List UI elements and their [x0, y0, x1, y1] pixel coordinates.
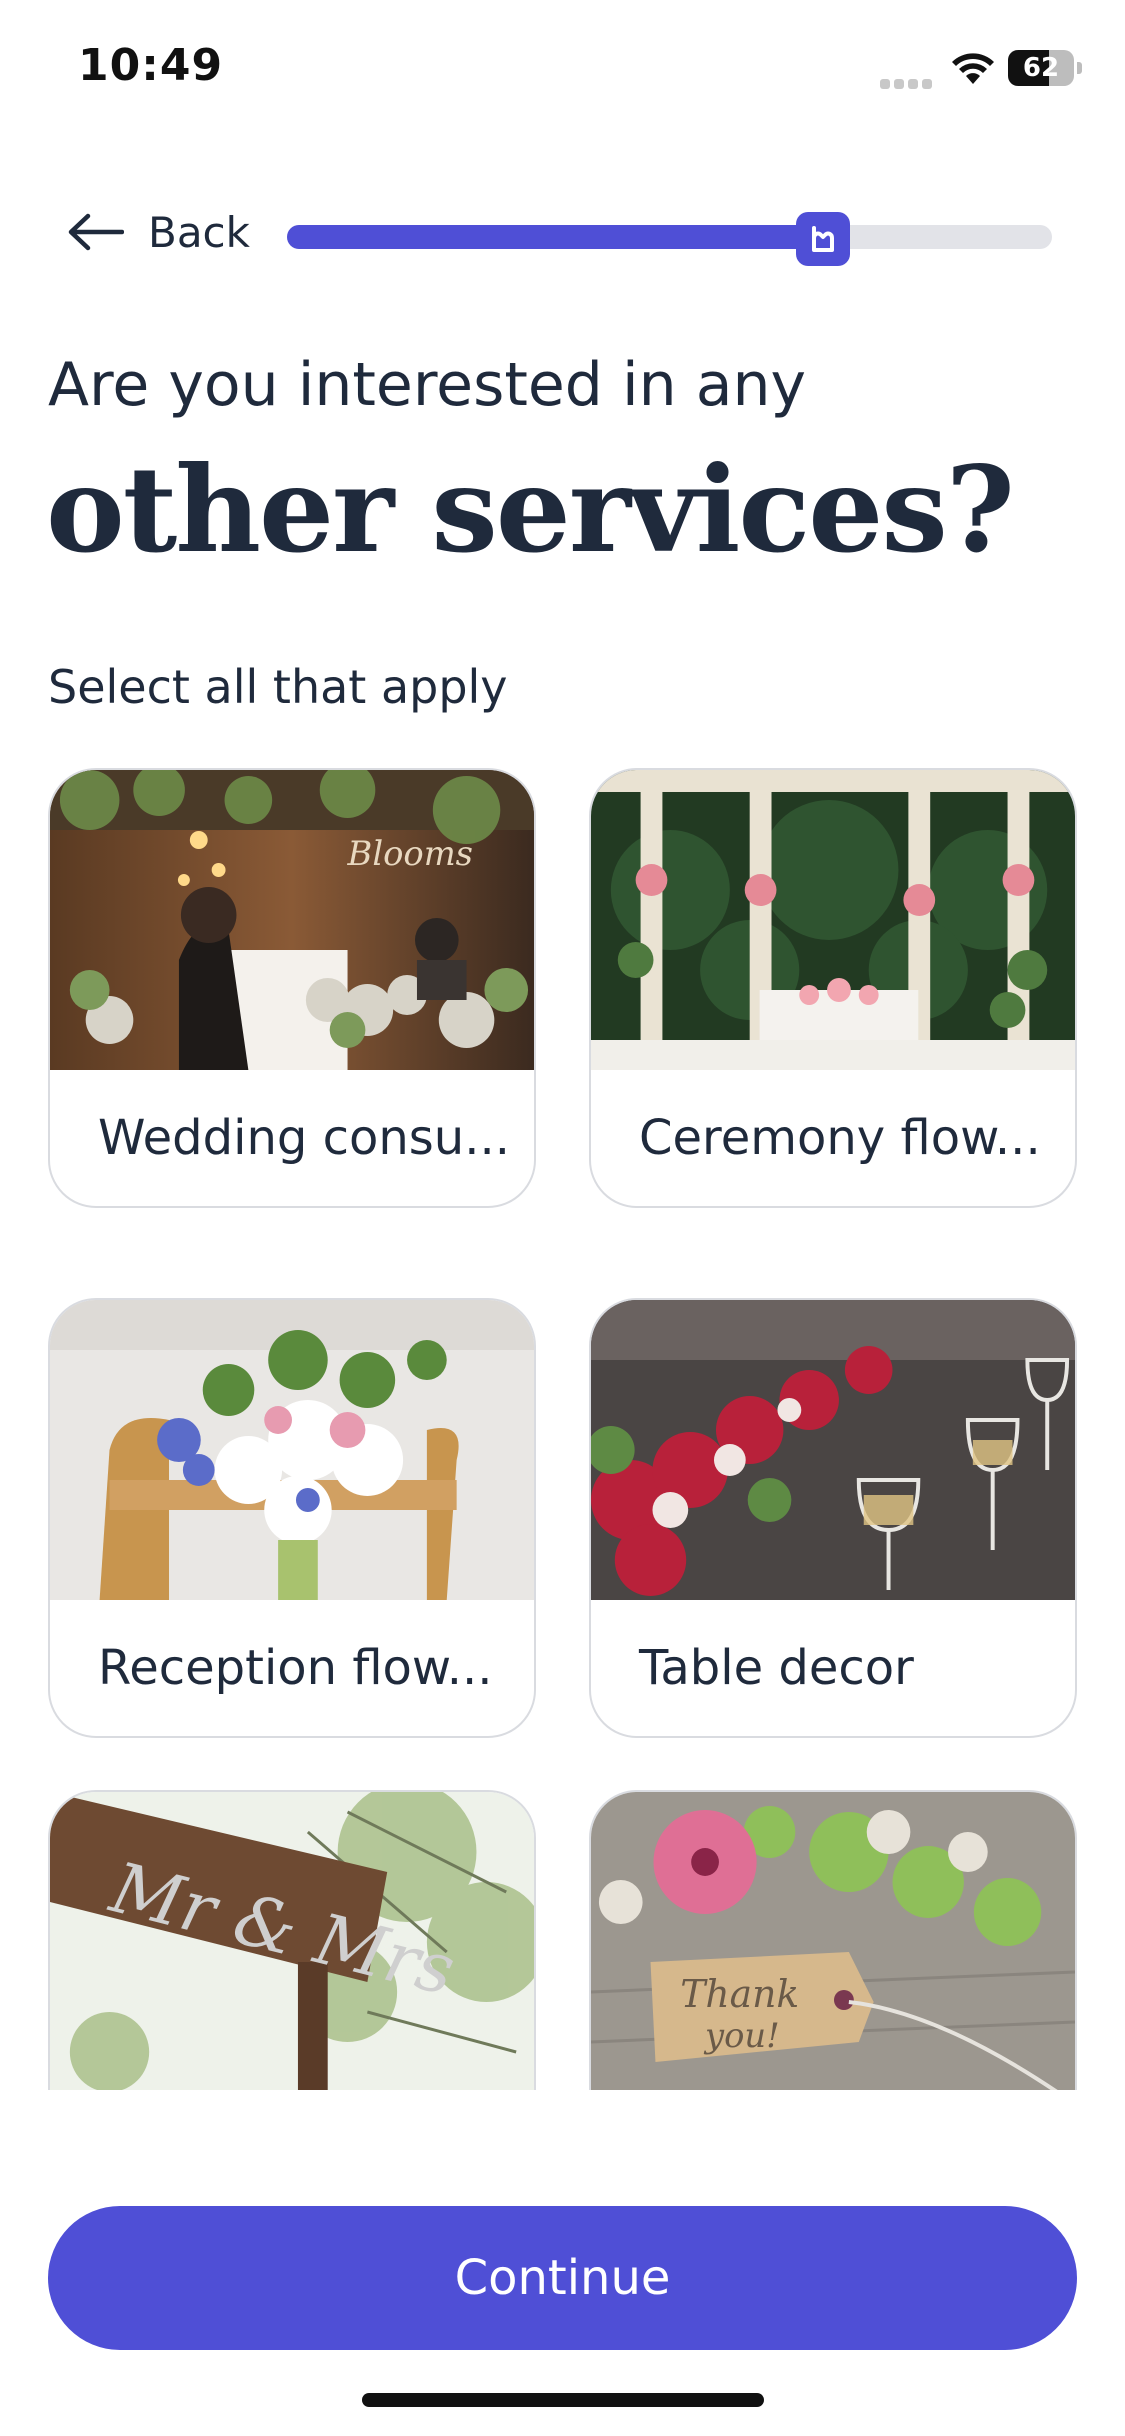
service-card-ceremony-flowers[interactable]: Ceremony flow...: [589, 768, 1077, 1208]
battery-icon: 62: [1008, 50, 1082, 86]
service-card-reception-flowers[interactable]: Reception flow...: [48, 1298, 536, 1738]
florist-shop-photo: Blooms: [50, 770, 534, 1070]
svg-text:you!: you!: [703, 2016, 780, 2055]
services-grid: Blooms Wedding consu... Ceremony flow...…: [48, 768, 1077, 2090]
service-card-wedding-consultation[interactable]: Blooms Wedding consu...: [48, 768, 536, 1208]
service-card-label: Ceremony flow...: [639, 1110, 1041, 1166]
service-card-label: Table decor: [639, 1640, 914, 1696]
continue-button[interactable]: Continue: [48, 2206, 1077, 2350]
home-indicator: [362, 2393, 764, 2407]
subtitle: Select all that apply: [48, 660, 508, 714]
service-card-favors[interactable]: Thank you!: [589, 1790, 1077, 2090]
page-title: other services?: [46, 440, 1015, 579]
chair-bouquet-photo: [50, 1300, 534, 1600]
service-card-signage[interactable]: Mr & Mrs: [48, 1790, 536, 2090]
status-bar: 10:49 62: [0, 0, 1125, 140]
wifi-icon: [952, 53, 994, 84]
battery-level: 62: [1022, 53, 1060, 83]
service-card-label: Wedding consu...: [98, 1110, 510, 1166]
signal-icon: [880, 74, 936, 89]
service-card-label: Reception flow...: [98, 1640, 493, 1696]
mr-mrs-sign-photo: Mr & Mrs: [50, 1792, 534, 2090]
progress-bar: [287, 212, 1052, 266]
arrow-left-icon: [68, 213, 124, 251]
back-label: Back: [148, 207, 250, 257]
heading-line1: Are you interested in any: [48, 350, 807, 420]
svg-text:Thank: Thank: [680, 1972, 799, 2016]
back-button[interactable]: Back: [66, 202, 250, 262]
table-flowers-glasses-photo: [591, 1300, 1075, 1600]
thank-you-tag-flowers-photo: Thank you!: [591, 1792, 1075, 2090]
service-card-table-decor[interactable]: Table decor: [589, 1298, 1077, 1738]
status-time: 10:49: [78, 40, 224, 91]
svg-text:Blooms: Blooms: [347, 834, 473, 873]
progress-thumb: [795, 212, 850, 266]
progress-fill: [287, 225, 850, 249]
brand-logo-icon: [811, 226, 834, 252]
gazebo-ceremony-photo: [591, 770, 1075, 1070]
